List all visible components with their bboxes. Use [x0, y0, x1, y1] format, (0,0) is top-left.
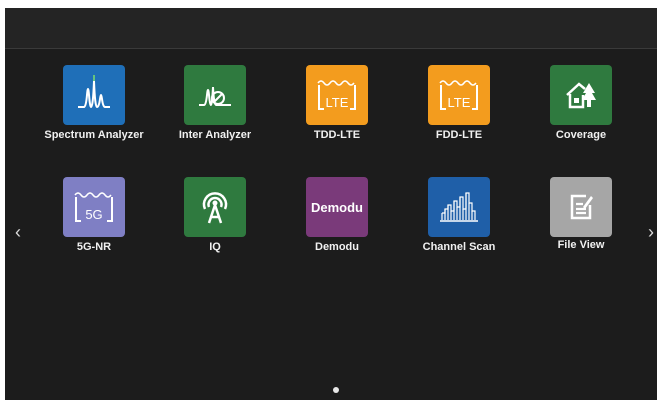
app-5g-nr[interactable]: 5G 5G-NR — [32, 177, 152, 277]
app-label: IQ — [209, 241, 221, 253]
lte-icon: LTE — [306, 65, 368, 125]
previous-page-arrow-icon[interactable]: ‹ — [10, 222, 26, 242]
app-label: FDD-LTE — [435, 129, 483, 141]
interference-icon — [184, 65, 246, 125]
app-label: Channel Scan — [422, 241, 496, 253]
app-demodu[interactable]: Demodu Demodu — [275, 177, 395, 277]
channel-scan-icon — [428, 177, 490, 237]
next-page-arrow-icon[interactable]: › — [643, 222, 657, 242]
home-screen: Spectrum Analyzer Inter Analyzer LTE TDD… — [5, 8, 657, 400]
demodu-badge: Demodu — [311, 199, 363, 215]
house-tree-icon — [550, 65, 612, 125]
spectrum-icon — [63, 65, 125, 125]
page-indicator-dot[interactable] — [333, 387, 339, 393]
file-edit-icon — [550, 177, 612, 237]
app-label: File View — [557, 239, 605, 251]
app-grid: Spectrum Analyzer Inter Analyzer LTE TDD… — [32, 65, 632, 265]
lte-badge: LTE — [326, 95, 349, 110]
app-label: TDD-LTE — [313, 129, 361, 141]
lte-badge: LTE — [448, 95, 471, 110]
app-label: 5G-NR — [76, 241, 112, 253]
demodu-icon: Demodu — [306, 177, 368, 237]
app-inter-analyzer[interactable]: Inter Analyzer — [153, 65, 273, 165]
app-label: Inter Analyzer — [178, 129, 252, 141]
app-tdd-lte[interactable]: LTE TDD-LTE — [275, 65, 395, 165]
5g-icon: 5G — [63, 177, 125, 237]
app-coverage[interactable]: Coverage — [519, 65, 639, 165]
app-channel-scan[interactable]: Channel Scan — [397, 177, 517, 277]
app-spectrum-analyzer[interactable]: Spectrum Analyzer — [32, 65, 152, 165]
app-iq[interactable]: IQ — [153, 177, 273, 277]
antenna-icon — [184, 177, 246, 237]
app-file-view[interactable]: File View — [519, 177, 639, 277]
lte-icon: LTE — [428, 65, 490, 125]
app-label: Spectrum Analyzer — [44, 129, 144, 141]
app-label: Coverage — [555, 129, 607, 141]
app-label: Demodu — [315, 241, 359, 253]
5g-badge: 5G — [85, 207, 102, 222]
app-fdd-lte[interactable]: LTE FDD-LTE — [397, 65, 517, 165]
top-bar — [5, 8, 657, 49]
